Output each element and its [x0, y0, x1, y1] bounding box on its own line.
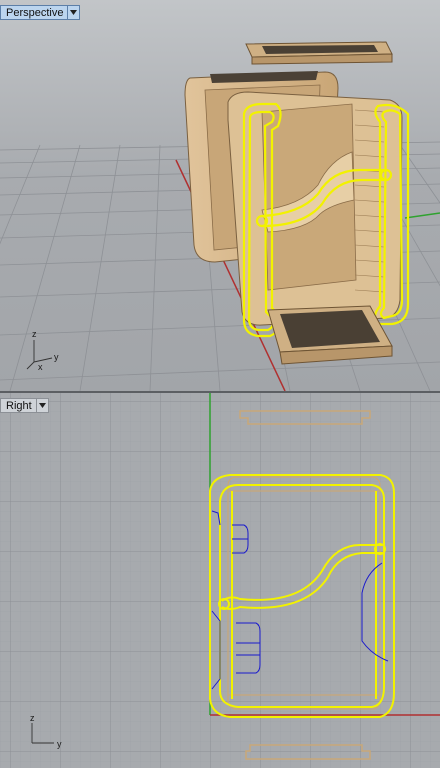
perspective-viewport-title[interactable]: Perspective: [0, 5, 68, 20]
perspective-canvas[interactable]: z y x: [0, 0, 440, 391]
bottom-plate-part[interactable]: [267, 305, 393, 365]
triangle-down-icon[interactable]: [67, 5, 81, 20]
right-axis-y-label: y: [57, 739, 62, 749]
perspective-viewport[interactable]: z y x Perspective: [0, 0, 440, 391]
right-viewport-tab[interactable]: Right: [0, 398, 49, 413]
perspective-viewport-tab[interactable]: Perspective: [0, 5, 81, 20]
front-frame-part[interactable]: [227, 91, 403, 326]
perspective-axis-z-label: z: [32, 329, 37, 339]
right-canvas[interactable]: z y: [0, 393, 440, 768]
right-viewport-title[interactable]: Right: [0, 398, 36, 413]
triangle-down-icon[interactable]: [35, 398, 49, 413]
right-viewport[interactable]: z y Right: [0, 393, 440, 768]
top-lid-part[interactable]: [245, 41, 393, 65]
right-axis-z-label: z: [30, 713, 35, 723]
perspective-axis-x-label: x: [38, 362, 43, 372]
perspective-axis-y-label: y: [54, 352, 59, 362]
